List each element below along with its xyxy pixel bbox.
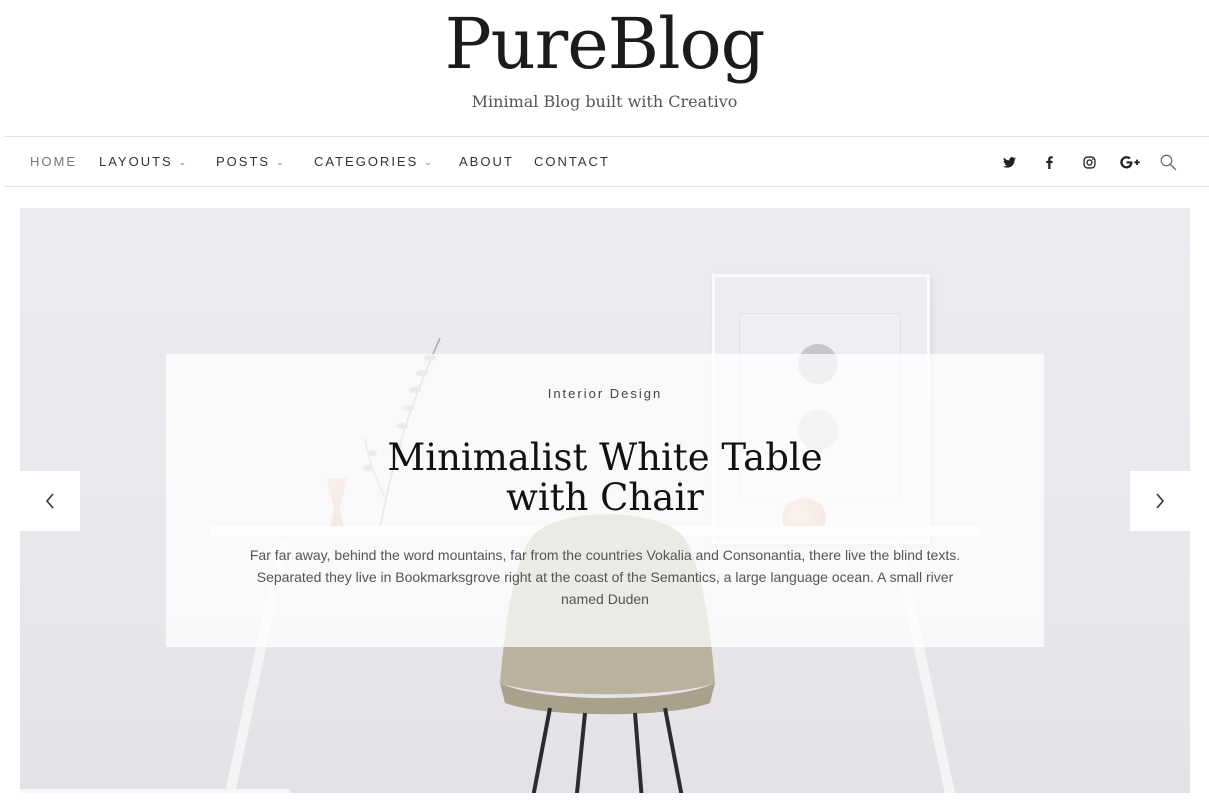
search-icon[interactable] bbox=[1156, 150, 1180, 174]
twitter-icon[interactable] bbox=[997, 150, 1021, 174]
site-logo[interactable]: PureBlog bbox=[0, 2, 1209, 86]
nav-item-layouts[interactable]: LAYOUTS ⌄ bbox=[99, 137, 186, 186]
slider-next-button[interactable] bbox=[1130, 471, 1190, 531]
post-category[interactable]: Interior Design bbox=[166, 386, 1044, 402]
nav-item-categories[interactable]: CATEGORIES ⌄ bbox=[314, 137, 432, 186]
facebook-icon[interactable] bbox=[1037, 150, 1061, 174]
site-header: PureBlog Minimal Blog built with Creativ… bbox=[0, 0, 1209, 136]
nav-item-about[interactable]: ABOUT bbox=[459, 137, 514, 186]
post-excerpt: Far far away, behind the word mountains,… bbox=[249, 547, 961, 607]
nav-item-label: CATEGORIES bbox=[314, 154, 419, 169]
instagram-icon[interactable] bbox=[1077, 150, 1101, 174]
featured-post-card: Interior Design Minimalist White Table w… bbox=[166, 354, 1044, 647]
google-plus-icon[interactable] bbox=[1118, 150, 1142, 174]
chevron-left-icon bbox=[45, 493, 54, 509]
main-navigation: HOME LAYOUTS ⌄ POSTS ⌄ CATEGORIES ⌄ ABOUT C… bbox=[4, 136, 1209, 187]
nav-item-label: LAYOUTS bbox=[99, 154, 173, 169]
nav-item-home[interactable]: HOME bbox=[30, 137, 77, 186]
nav-item-label: ABOUT bbox=[459, 154, 514, 169]
chevron-down-icon: ⌄ bbox=[276, 157, 284, 168]
chevron-down-icon: ⌄ bbox=[178, 157, 187, 168]
nav-item-label: HOME bbox=[30, 154, 77, 169]
nav-item-label: CONTACT bbox=[534, 154, 610, 169]
slider-bottom-strip bbox=[20, 789, 290, 793]
nav-item-contact[interactable]: CONTACT bbox=[534, 137, 610, 186]
nav-item-posts[interactable]: POSTS ⌄ bbox=[216, 137, 284, 186]
site-tagline: Minimal Blog built with Creativo bbox=[471, 92, 738, 111]
post-title[interactable]: Minimalist White Table with Chair bbox=[346, 438, 864, 518]
chevron-down-icon: ⌄ bbox=[424, 157, 432, 168]
nav-item-label: POSTS bbox=[216, 154, 271, 169]
slider-prev-button[interactable] bbox=[20, 471, 80, 531]
chevron-right-icon bbox=[1156, 493, 1165, 509]
